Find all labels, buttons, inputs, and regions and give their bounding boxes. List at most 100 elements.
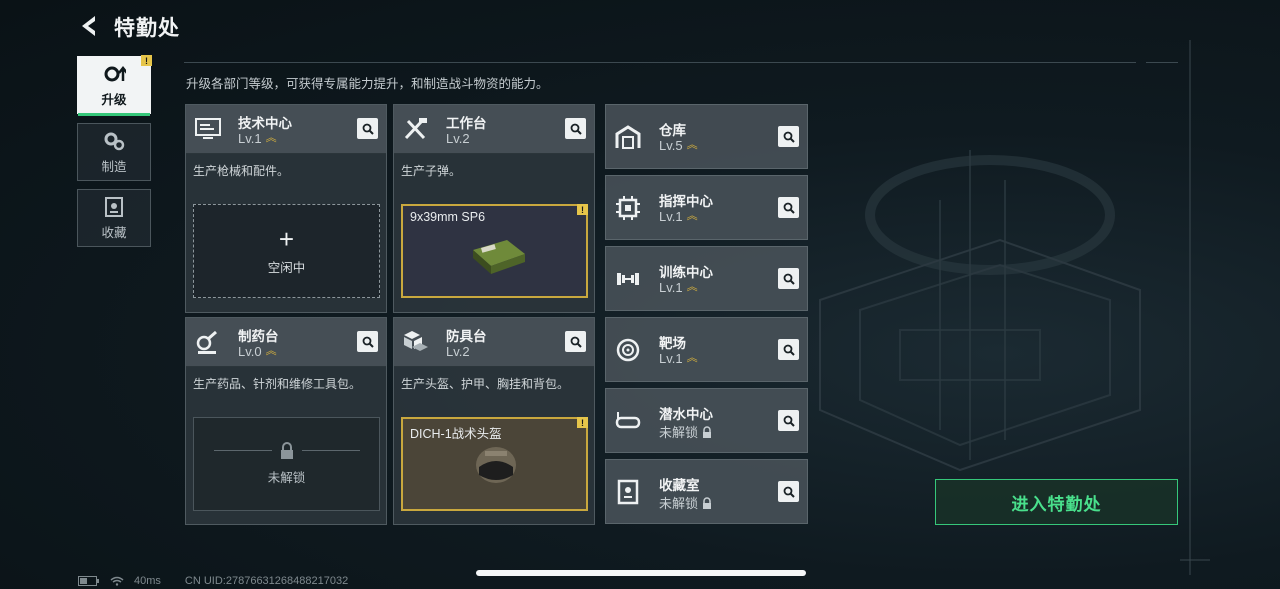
facility-card-training-center[interactable]: 训练中心 Lv.1 ︽ [605, 246, 808, 311]
search-icon [783, 131, 795, 143]
facility-card-armor-bench[interactable]: 防具台 Lv.2 生产头盔、护甲、胸挂和背包。 DICH-1战术头盔 ! [393, 317, 595, 525]
chip-icon [616, 196, 640, 220]
facility-description: 生产子弹。 [401, 164, 462, 178]
facility-card-diving-center[interactable]: 潜水中心 未解锁 [605, 388, 808, 453]
facility-name: 工作台 [446, 116, 487, 131]
upgrade-chevrons-icon: ︽ [686, 139, 698, 151]
battery-icon [78, 576, 99, 586]
dumbbell-icon [617, 273, 639, 285]
facility-level: Lv.1 ︽ [659, 280, 698, 295]
facility-name: 收藏室 [659, 478, 700, 493]
search-button[interactable] [778, 410, 799, 431]
home-indicator[interactable] [476, 570, 806, 576]
facility-card-tech-center[interactable]: 技术中心 Lv.1 ︽ 生产枪械和配件。 + 空闲中 [185, 104, 387, 313]
card-header: 制药台 Lv.0 ︽ [186, 318, 386, 367]
facility-level: Lv.1 ︽ [659, 351, 698, 366]
search-button[interactable] [565, 331, 586, 352]
facility-card-workbench[interactable]: 工作台 Lv.2 生产子弹。 9x39mm SP6 ! [393, 104, 595, 313]
facility-name: 技术中心 [238, 116, 292, 131]
search-button[interactable] [778, 339, 799, 360]
facility-description: 生产枪械和配件。 [193, 164, 290, 178]
card-header: 技术中心 Lv.1 ︽ [186, 105, 386, 154]
card-header: 防具台 Lv.2 [394, 318, 594, 367]
page-title: 特勤处 [114, 17, 180, 40]
wifi-icon [110, 576, 124, 586]
facility-name: 制药台 [238, 329, 279, 344]
tools-icon [404, 118, 427, 140]
plus-icon: + [278, 223, 295, 254]
nav-craft[interactable]: 制造 [77, 123, 151, 181]
slot-status-label: 空闲中 [267, 260, 306, 275]
production-alert-badge: ! [577, 417, 588, 428]
divider-line [213, 450, 272, 451]
search-button[interactable] [778, 268, 799, 289]
lock-icon [703, 425, 712, 438]
upgrade-chevrons-icon: ︽ [265, 345, 277, 357]
diving-mask-icon [615, 412, 641, 429]
vault-icon [617, 479, 639, 505]
nav-craft-label: 制造 [101, 159, 127, 174]
page-subtitle: 升级各部门等级，可获得专属能力提升，和制造战斗物资的能力。 [186, 77, 549, 91]
production-slot-active[interactable]: DICH-1战术头盔 ! [401, 417, 588, 511]
armor-cubes-icon [404, 331, 428, 351]
search-icon [783, 273, 795, 285]
header-divider [184, 62, 1136, 63]
production-slot-active[interactable]: 9x39mm SP6 ! [401, 204, 588, 298]
divider-line [301, 450, 360, 451]
lock-icon [280, 442, 293, 459]
lock-icon [703, 496, 712, 509]
back-arrow-icon[interactable] [78, 14, 102, 38]
facility-name: 训练中心 [659, 265, 713, 280]
search-icon [570, 123, 582, 135]
search-icon [783, 415, 795, 427]
search-button[interactable] [357, 118, 378, 139]
nav-collection[interactable]: 收藏 [77, 189, 151, 247]
status-bar: 40ms CN UID:27876631268488217032 [78, 575, 348, 587]
search-button[interactable] [565, 118, 586, 139]
upgrade-chevrons-icon: ︽ [265, 132, 277, 144]
search-button[interactable] [778, 481, 799, 502]
craft-gears-icon [104, 132, 125, 150]
header-divider-end [1146, 62, 1178, 63]
facility-level: Lv.0 ︽ [238, 344, 277, 359]
facility-name: 靶场 [659, 336, 686, 351]
production-item-name: DICH-1战术头盔 [410, 427, 502, 441]
facility-name: 防具台 [446, 329, 487, 344]
microscope-icon [196, 330, 217, 354]
facility-name: 潜水中心 [659, 407, 713, 422]
facility-level: 未解锁 [659, 422, 712, 441]
facility-name: 仓库 [659, 123, 686, 138]
search-icon [783, 202, 795, 214]
helmet-image [476, 447, 516, 483]
facility-level: Lv.5 ︽ [659, 138, 698, 153]
facility-card-command-center[interactable]: 指挥中心 Lv.1 ︽ [605, 175, 808, 240]
search-icon [362, 336, 374, 348]
facility-card-warehouse[interactable]: 仓库 Lv.5 ︽ [605, 104, 808, 169]
nav-upgrade-label: 升级 [101, 92, 127, 107]
ammo-box-image [473, 240, 525, 274]
nav-upgrade[interactable]: 升级 ! [77, 55, 152, 116]
search-icon [783, 344, 795, 356]
production-alert-badge: ! [577, 204, 588, 215]
nav-upgrade-alert-badge: ! [141, 55, 152, 66]
search-icon [362, 123, 374, 135]
facility-card-pharmacy[interactable]: 制药台 Lv.0 ︽ 生产药品、针剂和维修工具包。 未解锁 [185, 317, 387, 525]
enter-special-ops-button[interactable]: 进入特勤处 [935, 479, 1178, 525]
production-item-name: 9x39mm SP6 [410, 210, 486, 224]
facility-card-shooting-range[interactable]: 靶场 Lv.1 ︽ [605, 317, 808, 382]
ping-label: 40ms [134, 575, 161, 587]
upgrade-chevrons-icon: ︽ [686, 281, 698, 293]
search-button[interactable] [778, 197, 799, 218]
search-button[interactable] [357, 331, 378, 352]
collection-icon [105, 196, 123, 217]
search-icon [570, 336, 582, 348]
slot-status-label: 未解锁 [267, 471, 306, 485]
search-button[interactable] [778, 126, 799, 147]
upgrade-chevrons-icon: ︽ [686, 210, 698, 222]
upgrade-gear-icon [104, 65, 126, 81]
production-slot-idle[interactable]: + 空闲中 [193, 204, 380, 298]
facility-level: 未解锁 [659, 493, 712, 512]
facility-description: 生产头盔、护甲、胸挂和背包。 [401, 377, 570, 391]
facility-card-collection-room[interactable]: 收藏室 未解锁 [605, 459, 808, 524]
card-header: 工作台 Lv.2 [394, 105, 594, 154]
